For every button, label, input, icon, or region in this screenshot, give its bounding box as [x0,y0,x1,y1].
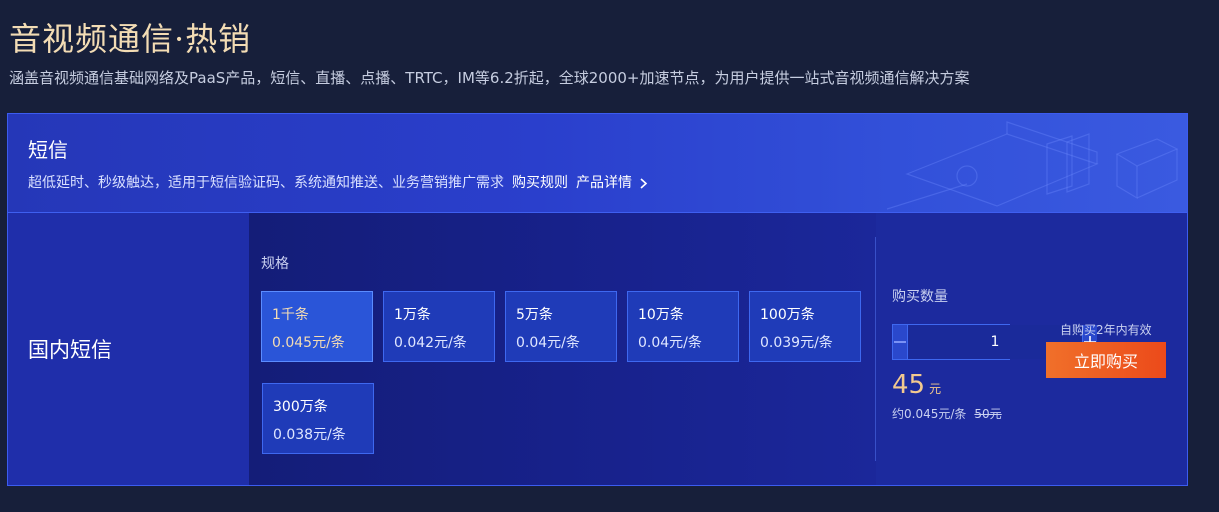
spec-option-quantity: 10万条 [638,307,684,323]
spec-option-quantity: 100万条 [760,307,815,323]
quantity-stepper [892,324,1097,360]
spec-option-quantity: 1万条 [394,307,431,323]
purchase-rules-link[interactable]: 购买规则 [512,172,568,192]
minus-icon [894,341,906,343]
spec-option-price: 0.045元/条 [272,335,345,351]
spec-label: 规格 [261,256,289,272]
spec-option[interactable]: 1万条 0.042元/条 [383,291,495,362]
product-details-link[interactable]: 产品详情 [576,172,648,192]
spec-option[interactable]: 5万条 0.04元/条 [505,291,617,362]
spec-option[interactable]: 10万条 0.04元/条 [627,291,739,362]
price: 45 元 [892,370,941,400]
product-description: 超低延时、秒级触达，适用于短信验证码、系统通知推送、业务营销推广需求 [28,175,504,191]
spec-option-price: 0.04元/条 [638,335,702,351]
spec-option-price: 0.042元/条 [394,335,467,351]
page-subtitle: 涵盖音视频通信基础网络及PaaS产品，短信、直播、点播、TRTC，IM等6.2折… [9,69,970,87]
product-card: 短信 超低延时、秒级触达，适用于短信验证码、系统通知推送、业务营销推广需求 购买… [7,113,1188,486]
region-label: 国内短信 [28,338,112,362]
unit-price-note: 约0.045元/条 [892,407,967,421]
card-body: 国内短信 规格 1千条 0.045元/条 1万条 0.042元/条 5万条 0.… [8,213,1187,485]
product-name: 短信 [28,138,68,162]
spec-option[interactable]: 1千条 0.045元/条 [261,291,373,362]
decrement-button[interactable] [893,325,907,359]
product-description-row: 超低延时、秒级触达，适用于短信验证码、系统通知推送、业务营销推广需求 购买规则 … [28,172,648,192]
buy-now-button[interactable]: 立即购买 [1046,342,1166,378]
header-illustration-icon [886,121,1179,210]
product-details-label: 产品详情 [576,175,632,191]
region-column: 国内短信 [8,213,249,485]
spec-column: 规格 1千条 0.045元/条 1万条 0.042元/条 5万条 0.04元/条… [249,213,876,485]
price-value: 45 [892,370,926,400]
spec-option[interactable]: 300万条 0.038元/条 [262,383,374,454]
spec-option-quantity: 1千条 [272,307,309,323]
price-unit: 元 [929,382,942,396]
card-header: 短信 超低延时、秒级触达，适用于短信验证码、系统通知推送、业务营销推广需求 购买… [8,114,1187,213]
spec-option-price: 0.04元/条 [516,335,580,351]
chevron-right-icon [640,177,648,189]
spec-option-price: 0.039元/条 [760,335,833,351]
spec-option-quantity: 5万条 [516,307,553,323]
original-price: 50元 [974,407,1002,421]
page-title: 音视频通信·热销 [9,20,252,58]
purchase-column: 购买数量 45元 约0.045元/条 50元 [876,213,1187,485]
spec-option-price: 0.038元/条 [273,427,346,443]
spec-option-quantity: 300万条 [273,399,328,415]
validity-note: 自购买2年内有效 [1060,323,1152,337]
quantity-label: 购买数量 [892,289,948,305]
price-note: 约0.045元/条 50元 [892,405,1002,422]
spec-option[interactable]: 100万条 0.039元/条 [749,291,861,362]
